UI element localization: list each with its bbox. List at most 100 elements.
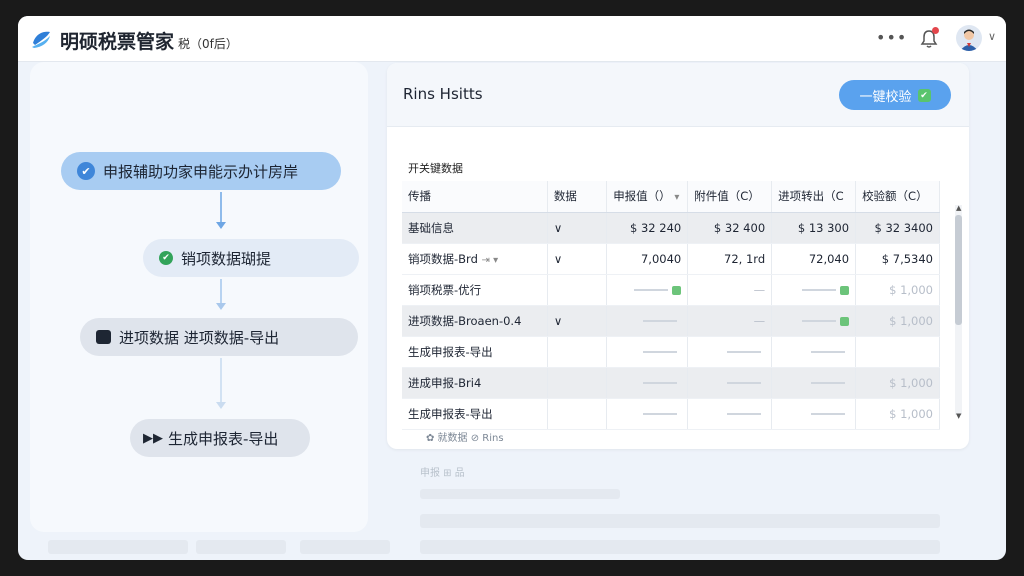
cell-value: 72, 1rd: [687, 243, 773, 275]
background-label: 申报 ⊞ 品: [420, 468, 465, 479]
cell-value: —: [687, 305, 773, 337]
background-row: [196, 540, 286, 554]
background-row: [420, 489, 620, 499]
scroll-up-icon[interactable]: ▲: [956, 204, 961, 212]
arrow-down-icon: [216, 402, 226, 409]
workflow-step-label: 销项数据瑚提: [181, 249, 272, 268]
notification-badge: [932, 27, 939, 34]
column-header[interactable]: 附件值（C）: [687, 181, 773, 213]
row-expand-toggle[interactable]: [547, 367, 608, 399]
app-title-text: 明硕税票管家: [60, 31, 175, 53]
workflow-step-3[interactable]: 进项数据 进项数据-导出: [80, 318, 358, 356]
row-name: 基础信息: [402, 212, 548, 244]
row-name: 进项数据-Broaen-0.4: [402, 305, 548, 337]
table-header-row: 传播 数据 申报值（） ▾ 附件值（C） 进项转出（C 校验额（C）: [402, 181, 940, 213]
folder-icon: [96, 330, 111, 344]
workflow-step-1[interactable]: ✔ 申报辅助功家申能示办计房岸: [61, 152, 341, 190]
column-header[interactable]: 数据: [547, 181, 608, 213]
cell-value: —: [687, 274, 773, 306]
table-row[interactable]: 进项数据-Broaen-0.4 ∨ — $ 1,000: [402, 305, 940, 337]
cell-value: 7,0040: [606, 243, 689, 275]
cell-value: $ 32 3400: [855, 212, 940, 244]
sort-dropdown-icon[interactable]: ▾: [674, 192, 679, 203]
workflow-step-label: 申报辅助功家申能示办计房岸: [103, 162, 299, 181]
column-header[interactable]: 传播: [402, 181, 548, 213]
row-expand-toggle[interactable]: [547, 398, 608, 430]
table-row[interactable]: 生成申报表-导出: [402, 336, 940, 368]
status-check-icon: [672, 285, 682, 295]
workflow-step-4[interactable]: ▶▶ 生成申报表-导出: [130, 419, 310, 457]
panel-footer-note: ✿ 就数据 ⊘ Rins: [426, 433, 504, 444]
table-row[interactable]: 生成申报表-导出 $ 1,000: [402, 398, 940, 430]
row-name: 进成申报-Bri4: [402, 367, 548, 399]
workflow-card: [30, 62, 368, 532]
avatar[interactable]: [956, 25, 982, 51]
check-icon: ✔: [917, 88, 931, 102]
workflow-step-label: 进项数据 进项数据-导出: [119, 328, 280, 347]
cell-value: [771, 274, 857, 306]
workflow-step-2[interactable]: ✔ 销项数据瑚提: [143, 239, 359, 277]
cell-value: $ 7,5340: [855, 243, 940, 275]
cell-value: $ 1,000: [855, 305, 940, 337]
app-title: 明硕税票管家 税（0f后）: [60, 27, 238, 54]
cell-value: [606, 274, 689, 306]
background-row: [420, 540, 940, 554]
check-circle-icon: ✔: [77, 162, 95, 180]
chevron-down-icon[interactable]: ∨: [988, 30, 996, 43]
forward-icon: ▶▶: [143, 430, 163, 446]
cell-value: $ 32 240: [606, 212, 689, 244]
cell-value: [606, 398, 689, 430]
cell-value: [606, 336, 689, 368]
panel-header: Rins Hsitts 一键校验 ✔: [387, 63, 969, 127]
cell-value: 72,040: [771, 243, 857, 275]
cell-value: [687, 367, 773, 399]
background-row: [420, 514, 940, 528]
cell-value: $ 1,000: [855, 367, 940, 399]
cell-value: $ 1,000: [855, 398, 940, 430]
row-expand-toggle[interactable]: [547, 336, 608, 368]
cell-value: [855, 336, 940, 368]
app-header: 明硕税票管家 税（0f后） ••• ∨: [18, 16, 1006, 62]
workflow-connector: [220, 192, 222, 222]
column-header[interactable]: 校验额（C）: [855, 181, 940, 213]
row-expand-toggle[interactable]: ∨: [547, 212, 608, 244]
check-button-label: 一键校验: [859, 88, 912, 104]
status-check-icon: [840, 285, 850, 295]
cell-value: [606, 305, 689, 337]
background-row: [48, 540, 188, 554]
panel-title: Rins Hsitts: [403, 85, 483, 103]
cell-value: [771, 305, 857, 337]
scrollbar-thumb[interactable]: [955, 215, 962, 325]
table-row[interactable]: 进成申报-Bri4 $ 1,000: [402, 367, 940, 399]
arrow-down-icon: [216, 303, 226, 310]
filter-dropdown-icon[interactable]: ⇥ ▾: [482, 255, 499, 266]
status-check-icon: [840, 316, 850, 326]
table-row[interactable]: 销项税票-优行 — $ 1,000: [402, 274, 940, 306]
cell-value: [606, 367, 689, 399]
arrow-down-icon: [216, 222, 226, 229]
table-row[interactable]: 销项数据-Brd ⇥ ▾ ∨ 7,0040 72, 1rd 72,040 $ 7…: [402, 243, 940, 275]
table-scrollbar[interactable]: [955, 205, 962, 415]
table-row[interactable]: 基础信息 ∨ $ 32 240 $ 32 400 $ 13 300 $ 32 3…: [402, 212, 940, 244]
more-icon[interactable]: •••: [876, 28, 907, 47]
background-row: [300, 540, 390, 554]
cell-value: [771, 336, 857, 368]
section-label: 开关键数据: [408, 162, 463, 175]
cell-value: [687, 398, 773, 430]
cell-value: [771, 367, 857, 399]
one-click-check-button[interactable]: 一键校验 ✔: [839, 80, 951, 110]
app-subtitle: 税（0f后）: [178, 37, 238, 51]
column-header[interactable]: 申报值（） ▾: [606, 181, 689, 213]
cell-value: [687, 336, 773, 368]
row-name: 销项数据-Brd ⇥ ▾: [402, 243, 548, 275]
workflow-connector: [220, 279, 222, 303]
cell-value: $ 1,000: [855, 274, 940, 306]
row-expand-toggle[interactable]: ∨: [547, 305, 608, 337]
row-expand-toggle[interactable]: [547, 274, 608, 306]
column-header[interactable]: 进项转出（C: [771, 181, 857, 213]
row-name: 生成申报表-导出: [402, 398, 548, 430]
scroll-down-icon[interactable]: ▼: [956, 412, 961, 420]
workflow-connector: [220, 358, 222, 402]
workflow-step-label: 生成申报表-导出: [168, 429, 279, 448]
row-expand-toggle[interactable]: ∨: [547, 243, 608, 275]
